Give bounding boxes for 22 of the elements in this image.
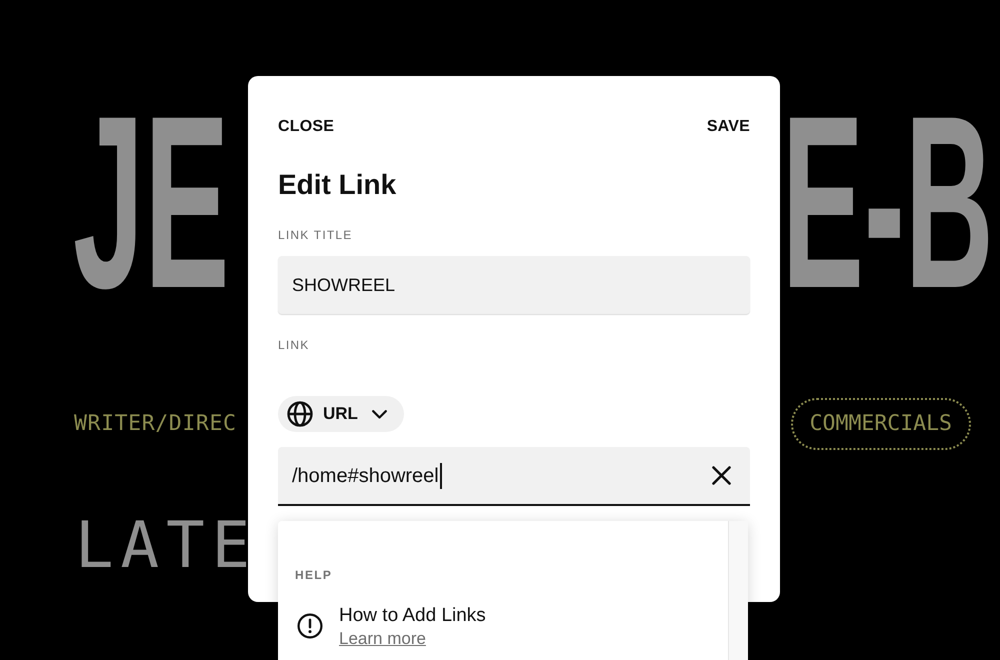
- learn-more-link[interactable]: Learn more: [339, 629, 426, 649]
- name-heading: E-B: [782, 80, 994, 326]
- close-button[interactable]: CLOSE: [278, 117, 334, 137]
- help-article-title[interactable]: How to Add Links: [339, 605, 486, 627]
- input-field[interactable]: SHOWREEL: [278, 256, 750, 314]
- category-button[interactable]: COMMERCIALS: [790, 398, 971, 450]
- field-label: LINK TITLE: [278, 227, 352, 243]
- scrollbar[interactable]: [728, 521, 748, 660]
- save-button[interactable]: SAVE: [706, 117, 750, 137]
- input-field[interactable]: /home#showreel: [278, 447, 750, 506]
- section-label: HELP: [295, 567, 332, 583]
- link-type-dropdown[interactable]: URL: [278, 396, 404, 432]
- dialog-title: Edit Link: [278, 168, 396, 202]
- field-label: LINK: [278, 337, 310, 353]
- exclamation-circle-icon: [297, 613, 323, 639]
- globe-icon: [287, 401, 313, 427]
- section-heading: LATE: [75, 514, 258, 578]
- chevron-down-icon: [372, 410, 387, 418]
- role-text: WRITER/DIREC: [74, 411, 237, 437]
- text-cursor: [440, 462, 442, 488]
- close-icon[interactable]: [712, 466, 731, 485]
- name-heading: JE: [73, 80, 230, 326]
